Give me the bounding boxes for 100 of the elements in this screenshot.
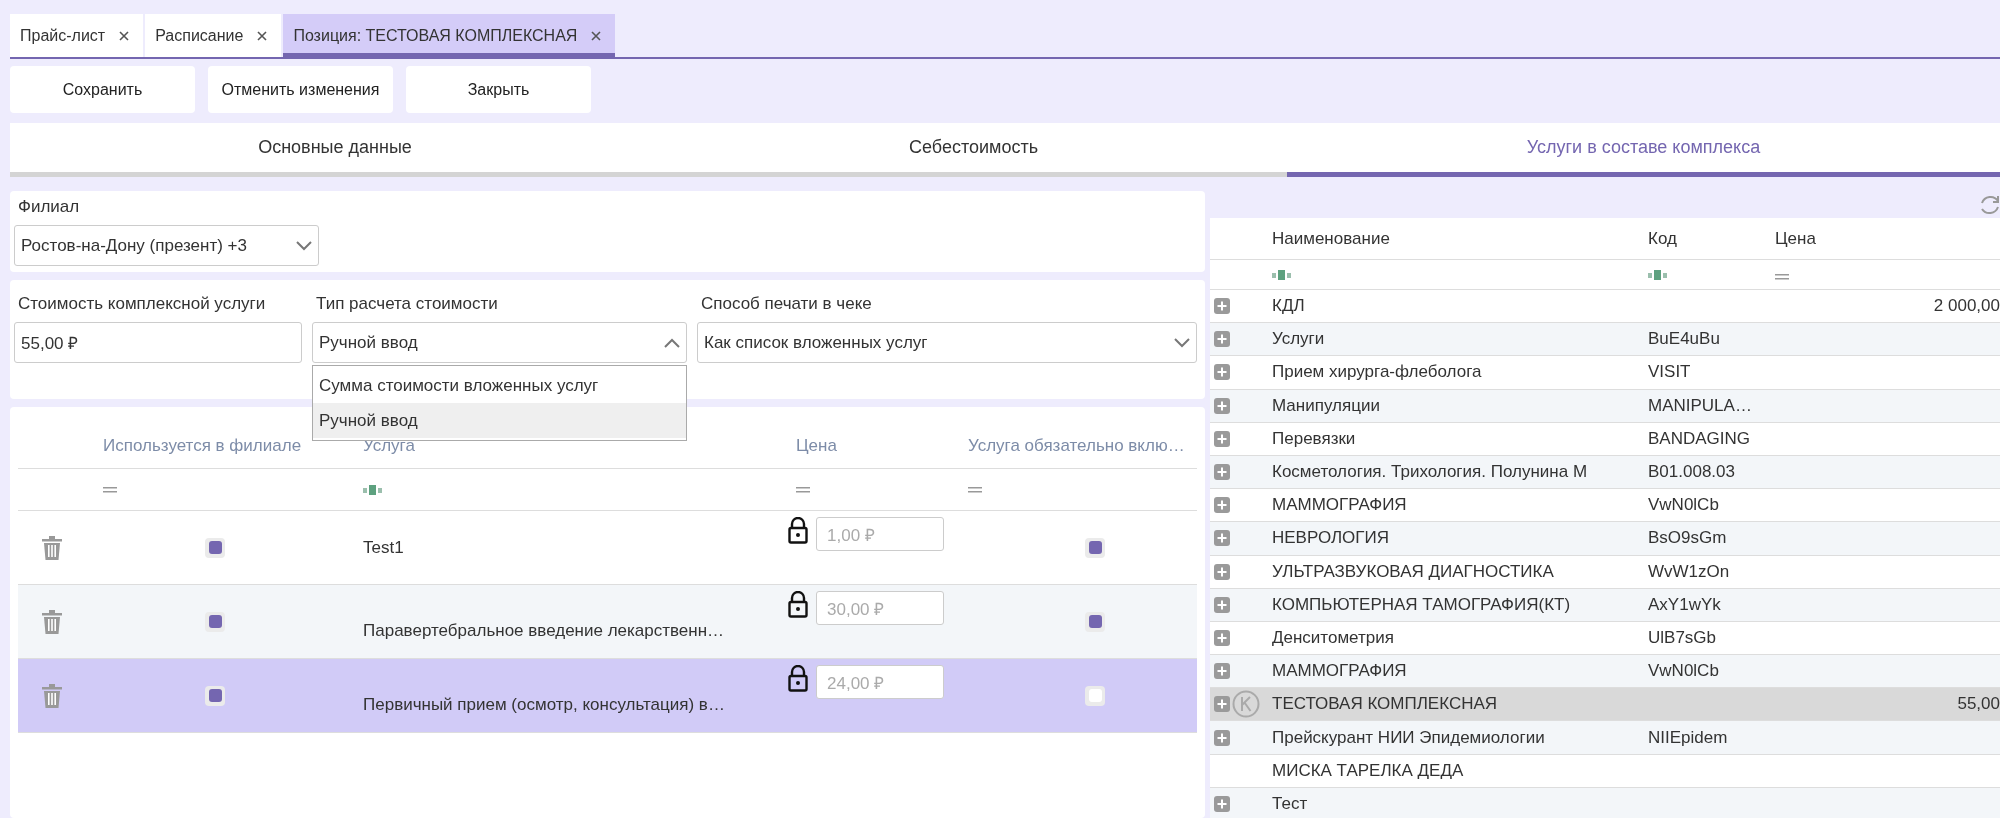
field-label: Тип расчета стоимости — [316, 294, 499, 314]
expand-icon[interactable] — [1214, 364, 1230, 381]
expand-icon[interactable] — [1214, 331, 1230, 348]
expand-icon[interactable] — [1214, 596, 1230, 613]
expand-icon[interactable] — [1214, 563, 1230, 580]
table-cell-text: NIIEpidem — [1648, 727, 1729, 748]
document-tab[interactable]: Прайс-лист — [10, 14, 144, 57]
table-cell-text: BuE4uBu — [1648, 329, 1721, 350]
select-field[interactable]: Как список вложенных услуг — [697, 322, 1197, 363]
field-label: Способ печати в чеке — [701, 294, 873, 314]
caret-down-icon — [296, 240, 312, 251]
toolbar-button[interactable]: Закрыть — [406, 66, 591, 113]
table-cell-text: Косметология. Трихология. Полунина М — [1272, 462, 1589, 483]
equals-filter-icon[interactable] — [1775, 273, 1789, 280]
section-tab[interactable]: Себестоимость — [660, 123, 1287, 177]
expand-icon[interactable] — [1214, 430, 1230, 447]
tab-label: Позиция: ТЕСТОВАЯ КОМПЛЕКСНАЯ — [293, 26, 578, 45]
checkbox[interactable] — [1085, 537, 1105, 558]
text-filter-icon[interactable] — [1272, 269, 1292, 280]
expand-icon[interactable] — [1214, 696, 1230, 713]
table-row[interactable]: Косметология. Трихология. Полунина М B01.008.03 — [1210, 455, 2000, 490]
table-cell-text: Прейскурант НИИ Эпидемиологии — [1272, 727, 1546, 748]
document-tab[interactable]: Позиция: ТЕСТОВАЯ КОМПЛЕКСНАЯ — [283, 14, 616, 57]
field-label: Стоимость комплексной услуги — [18, 294, 267, 314]
column-header[interactable]: Услуга обязательно вклю… — [950, 435, 1197, 456]
expand-icon[interactable] — [1214, 464, 1230, 481]
expand-icon[interactable] — [1214, 795, 1230, 812]
table-cell-text: BsO9sGm — [1648, 528, 1728, 549]
tab-label: Расписание — [155, 26, 244, 45]
expand-icon[interactable] — [1214, 530, 1230, 547]
table-cell-text: UlB7sGb — [1648, 627, 1718, 648]
table-cell-text: B01.008.03 — [1648, 462, 1736, 483]
column-header[interactable]: Цена — [1775, 228, 2000, 249]
table-cell-text: Услуги — [1272, 329, 1326, 350]
table-cell-text: Паравертебральное введение лекарственн… — [362, 619, 726, 641]
checkbox[interactable] — [1085, 611, 1105, 632]
select-field[interactable]: Ручной ввод — [312, 322, 687, 363]
table-cell-text: WvW1zOn — [1648, 561, 1731, 582]
lock-icon — [788, 665, 808, 692]
table-cell-text: МАММОГРАФИЯ — [1272, 661, 1408, 682]
trash-icon[interactable] — [41, 683, 62, 708]
dropdown-option[interactable]: Ручной ввод — [313, 403, 686, 438]
table-cell-text: Денситометрия — [1272, 627, 1395, 648]
section-tab[interactable]: Основные данные — [10, 123, 660, 177]
equals-filter-icon[interactable] — [103, 486, 117, 493]
table-row[interactable]: Первичный прием (осмотр, консультация) в… 24,00 ₽ — [18, 659, 1197, 733]
close-icon[interactable] — [257, 30, 268, 41]
trash-icon[interactable] — [41, 609, 62, 634]
trash-icon[interactable] — [41, 535, 62, 560]
table-row[interactable]: Паравертебральное введение лекарственн… 30,00 ₽ — [18, 585, 1197, 659]
table-cell-text: КОМПЬЮТЕРНАЯ ТАМОГРАФИЯ(КТ) — [1272, 594, 1572, 615]
table-cell-text: Тест — [1272, 793, 1309, 814]
checkbox[interactable] — [205, 611, 225, 632]
table-row[interactable]: МАММОГРАФИЯ VwN0lCb — [1210, 655, 2000, 689]
caret-down-icon — [1174, 337, 1190, 348]
document-tab[interactable]: Расписание — [145, 14, 282, 57]
table-row[interactable]: Тест — [1210, 787, 2000, 818]
table-row[interactable]: НЕВРОЛОГИЯ BsO9sGm — [1210, 522, 2000, 556]
section-tab[interactable]: Услуги в составе комплекса — [1287, 123, 2000, 177]
cost-input[interactable]: 55,00 ₽ — [14, 322, 302, 363]
table-row[interactable]: Прейскурант НИИ Эпидемиологии NIIEpidem — [1210, 721, 2000, 755]
table-cell-text: MANIPULA… — [1648, 395, 1753, 416]
field-label: Филиал — [18, 197, 81, 217]
table-cell-text: VwN0lCb — [1648, 495, 1720, 516]
table-cell-text: Манипуляции — [1272, 395, 1381, 416]
table-row[interactable]: КОМПЬЮТЕРНАЯ ТАМОГРАФИЯ(КТ) AxY1wYk — [1210, 588, 2000, 622]
expand-icon[interactable] — [1214, 298, 1230, 315]
table-row[interactable]: Манипуляции MANIPULA… — [1210, 389, 2000, 423]
table-row[interactable]: Услуги BuE4uBu — [1210, 323, 2000, 357]
branch-select[interactable]: Ростов-на-Дону (презент) +3 — [14, 225, 319, 266]
expand-icon[interactable] — [1214, 497, 1230, 514]
column-header[interactable]: Наименование — [1272, 228, 1648, 249]
text-filter-icon[interactable] — [363, 484, 383, 495]
toolbar-button[interactable]: Сохранить — [10, 66, 195, 113]
expand-icon[interactable] — [1214, 663, 1230, 680]
table-cell-text: 55,00 — [1956, 694, 2000, 715]
checkbox[interactable] — [205, 685, 225, 706]
equals-filter-icon[interactable] — [796, 486, 810, 493]
expand-icon[interactable] — [1214, 729, 1230, 746]
equals-filter-icon[interactable] — [968, 486, 982, 493]
checkbox[interactable] — [205, 537, 225, 558]
close-icon[interactable] — [119, 30, 130, 41]
table-cell-text: МИСКА ТАРЕЛКА ДЕДА — [1272, 760, 1465, 781]
table-cell-text: VISIT — [1648, 362, 1692, 383]
lock-icon — [788, 517, 808, 544]
table-cell-text: AxY1wYk — [1648, 594, 1722, 615]
table-cell-text: Прием хирурга-флеболога — [1272, 362, 1483, 383]
table-cell-text: КДЛ — [1272, 296, 1306, 317]
table-cell-text: Перевязки — [1272, 428, 1357, 449]
expand-icon[interactable] — [1214, 629, 1230, 646]
tab-label: Прайс-лист — [20, 26, 106, 45]
table-cell-text: Test1 — [362, 537, 405, 558]
text-filter-icon[interactable] — [1648, 269, 1668, 280]
column-header[interactable]: Код — [1648, 228, 1775, 249]
toolbar-button[interactable]: Отменить изменения — [208, 66, 393, 113]
close-icon[interactable] — [591, 30, 602, 41]
table-cell-text: 2 000,00 — [1932, 296, 2000, 317]
checkbox[interactable] — [1085, 685, 1105, 706]
table-row[interactable]: ТЕСТОВАЯ КОМПЛЕКСНАЯ 55,00 — [1210, 688, 2000, 722]
expand-icon[interactable] — [1214, 397, 1230, 414]
